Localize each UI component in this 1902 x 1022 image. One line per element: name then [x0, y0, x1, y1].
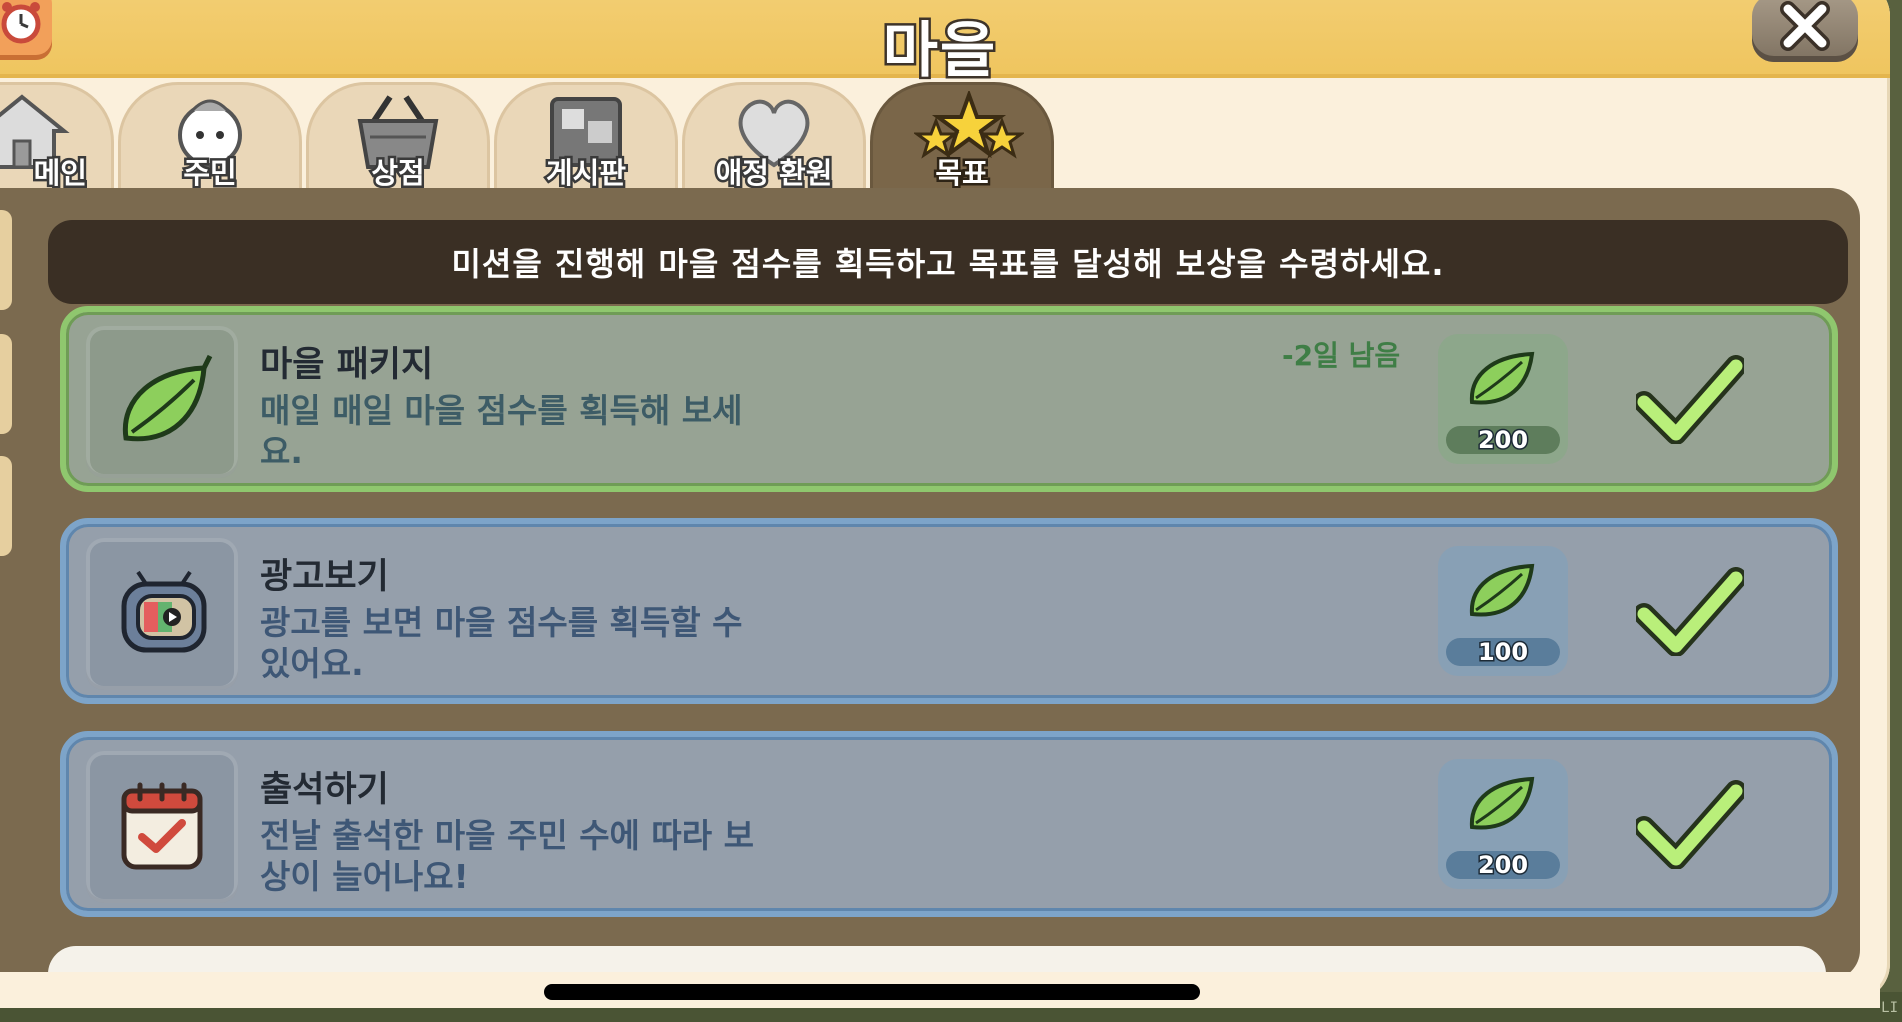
title-bar: 마을	[0, 0, 1890, 89]
mission-icon-box	[86, 751, 238, 903]
reward-count: 200	[1446, 425, 1560, 456]
tab-board[interactable]: 게시판	[494, 82, 678, 198]
leaf-icon	[122, 354, 213, 442]
leaf-icon	[1469, 563, 1535, 617]
tab-label: 주민	[181, 154, 239, 193]
mission-title: 마을 패키지	[260, 345, 434, 385]
mission-description: 전날 출석한 마을 주민 수에 따라 보상이 늘어나요!	[260, 816, 754, 896]
side-peg	[0, 334, 12, 434]
home-indicator[interactable]	[544, 984, 1200, 1000]
reward-count: 200	[1446, 850, 1560, 881]
checkmark-icon	[1636, 567, 1744, 656]
mission-icon-box	[86, 326, 238, 478]
info-banner: 미션을 진행해 마을 점수를 획득하고 목표를 달성해 보상을 수령하세요.	[48, 220, 1848, 304]
window-title: 마을	[880, 14, 998, 89]
close-button[interactable]	[1752, 0, 1858, 62]
tab-label: 애정 환원	[713, 154, 835, 193]
mission-card-attendance[interactable]: 출석하기 전날 출석한 마을 주민 수에 따라 보상이 늘어나요! 200	[60, 731, 1838, 917]
checkmark-icon	[1636, 780, 1744, 869]
days-left-label: -2일 남음	[1282, 339, 1401, 372]
side-peg	[0, 456, 12, 556]
reward-count: 100	[1446, 637, 1560, 668]
tab-label: 메인	[31, 154, 89, 193]
mission-description: 매일 매일 마을 점수를 획득해 보세요.	[260, 391, 743, 471]
reward-box: 100	[1438, 546, 1568, 676]
mission-description: 광고를 보면 마을 점수를 획득할 수 있어요.	[260, 603, 743, 683]
tab-main[interactable]: 메인	[0, 82, 114, 198]
background-label: LI	[1881, 1000, 1898, 1016]
tv-icon	[121, 570, 207, 653]
tab-label: 상점	[369, 154, 427, 193]
tab-shop[interactable]: 상점	[306, 82, 490, 198]
checkmark-icon	[1636, 355, 1744, 444]
mission-title: 광고보기	[260, 557, 389, 597]
leaf-icon	[1469, 351, 1535, 405]
side-peg	[0, 210, 12, 310]
tab-bar: 메인 주민 상점 게시판 애정 환원 목표	[0, 82, 1090, 202]
tab-label: 게시판	[543, 154, 628, 193]
reward-box: 200	[1438, 334, 1568, 464]
mission-title: 출석하기	[260, 770, 389, 810]
calendar-check-icon	[121, 782, 203, 870]
leaf-icon	[1469, 776, 1535, 830]
tab-villagers[interactable]: 주민	[118, 82, 302, 198]
close-x-icon	[1778, 0, 1832, 57]
mission-icon-box	[86, 538, 238, 690]
tab-affection-return[interactable]: 애정 환원	[682, 82, 866, 198]
tab-goals[interactable]: 목표	[870, 82, 1054, 198]
reward-box: 200	[1438, 759, 1568, 889]
mission-card-village-package[interactable]: 마을 패키지 매일 매일 마을 점수를 획득해 보세요. -2일 남음 200	[60, 306, 1838, 492]
mission-card-watch-ad[interactable]: 광고보기 광고를 보면 마을 점수를 획득할 수 있어요. 100	[60, 518, 1838, 704]
tab-label: 목표	[933, 154, 991, 193]
